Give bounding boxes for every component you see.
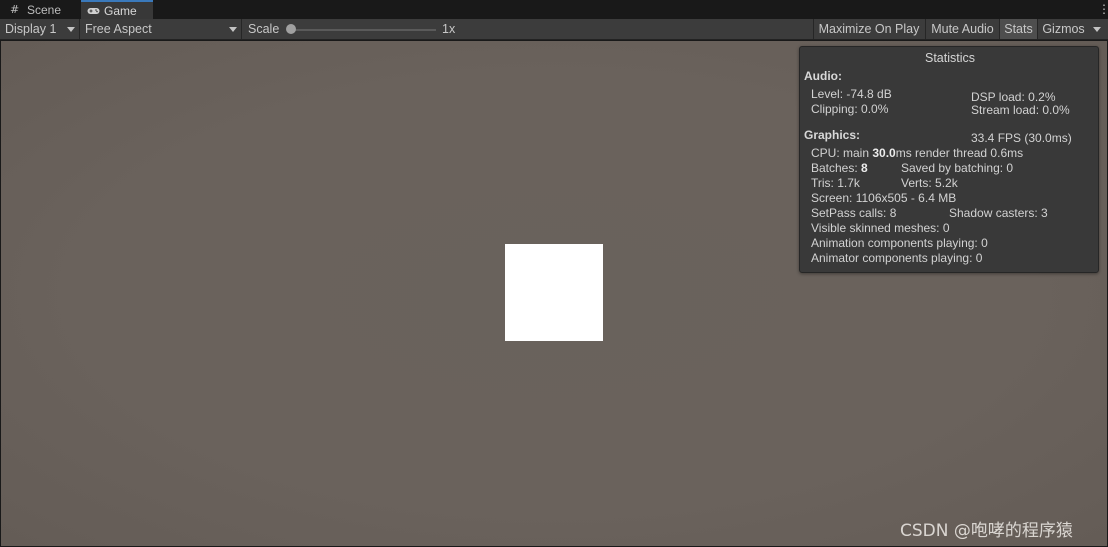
stats-title: Statistics	[924, 51, 975, 65]
cpu-prefix: CPU: main	[811, 146, 873, 160]
tab-game[interactable]: Game	[81, 0, 153, 19]
stats-button[interactable]: Stats	[999, 19, 1037, 39]
gizmos-button[interactable]: Gizmos	[1037, 19, 1089, 39]
chevron-down-icon	[229, 27, 237, 32]
scale-slider-handle[interactable]	[286, 24, 296, 34]
audio-header: Audio:	[804, 69, 842, 83]
tab-bar: # Scene Game ⋮	[0, 0, 1108, 19]
dsp-load: DSP load: 0.2%	[971, 90, 1056, 104]
tris-readout: Tris: 1.7k	[811, 176, 860, 190]
scale-label: Scale	[248, 22, 280, 36]
setpass-readout: SetPass calls: 8	[811, 206, 897, 220]
scale-slider-track[interactable]	[290, 29, 436, 31]
skinned-meshes: Visible skinned meshes: 0	[811, 221, 950, 235]
stream-load: Stream load: 0.0%	[971, 103, 1070, 117]
gizmos-dropdown-icon[interactable]	[1093, 27, 1101, 32]
audio-level: Level: -74.8 dB	[811, 87, 892, 101]
display-dropdown-label: Display 1	[5, 22, 57, 36]
chevron-down-icon	[67, 27, 75, 32]
batches-readout: Batches: 8	[811, 161, 868, 175]
grid-icon: #	[10, 2, 20, 16]
statistics-panel: Statistics Audio: Level: -74.8 dB DSP lo…	[799, 46, 1099, 273]
kebab-menu-icon[interactable]: ⋮	[1098, 2, 1108, 16]
animator-components: Animator components playing: 0	[811, 251, 983, 265]
display-dropdown[interactable]: Display 1	[0, 19, 80, 39]
scale-value: 1x	[442, 22, 456, 36]
game-toolbar: Display 1 Free Aspect Scale 1x Maximize …	[0, 19, 1108, 40]
aspect-dropdown-label: Free Aspect	[85, 22, 152, 36]
tab-scene-label: Scene	[27, 2, 62, 17]
audio-clipping: Clipping: 0.0%	[811, 102, 889, 116]
white-cube	[505, 244, 603, 341]
screen-readout: Screen: 1106x505 - 6.4 MB	[811, 191, 957, 205]
gamepad-icon	[87, 5, 100, 17]
aspect-dropdown[interactable]: Free Aspect	[81, 19, 242, 39]
saved-by-batching: Saved by batching: 0	[901, 161, 1014, 175]
cpu-readout: CPU: main 30.0ms render thread 0.6ms	[811, 146, 1023, 160]
graphics-header: Graphics:	[804, 128, 861, 142]
csdn-watermark: CSDN @咆哮的程序猿	[900, 521, 1073, 541]
batches-prefix: Batches:	[811, 161, 862, 175]
cpu-suffix: ms render thread 0.6ms	[895, 146, 1024, 160]
tab-game-label: Game	[104, 3, 137, 18]
fps-readout: 33.4 FPS (30.0ms)	[971, 131, 1072, 145]
tab-scene[interactable]: # Scene	[2, 0, 78, 19]
shadow-casters: Shadow casters: 3	[949, 206, 1048, 220]
verts-readout: Verts: 5.2k	[901, 176, 958, 190]
animation-components: Animation components playing: 0	[811, 236, 988, 250]
maximize-on-play-button[interactable]: Maximize On Play	[813, 19, 924, 39]
batches-value: 8	[861, 161, 868, 175]
cpu-main-value: 30.0	[872, 146, 896, 160]
mute-audio-button[interactable]: Mute Audio	[925, 19, 999, 39]
